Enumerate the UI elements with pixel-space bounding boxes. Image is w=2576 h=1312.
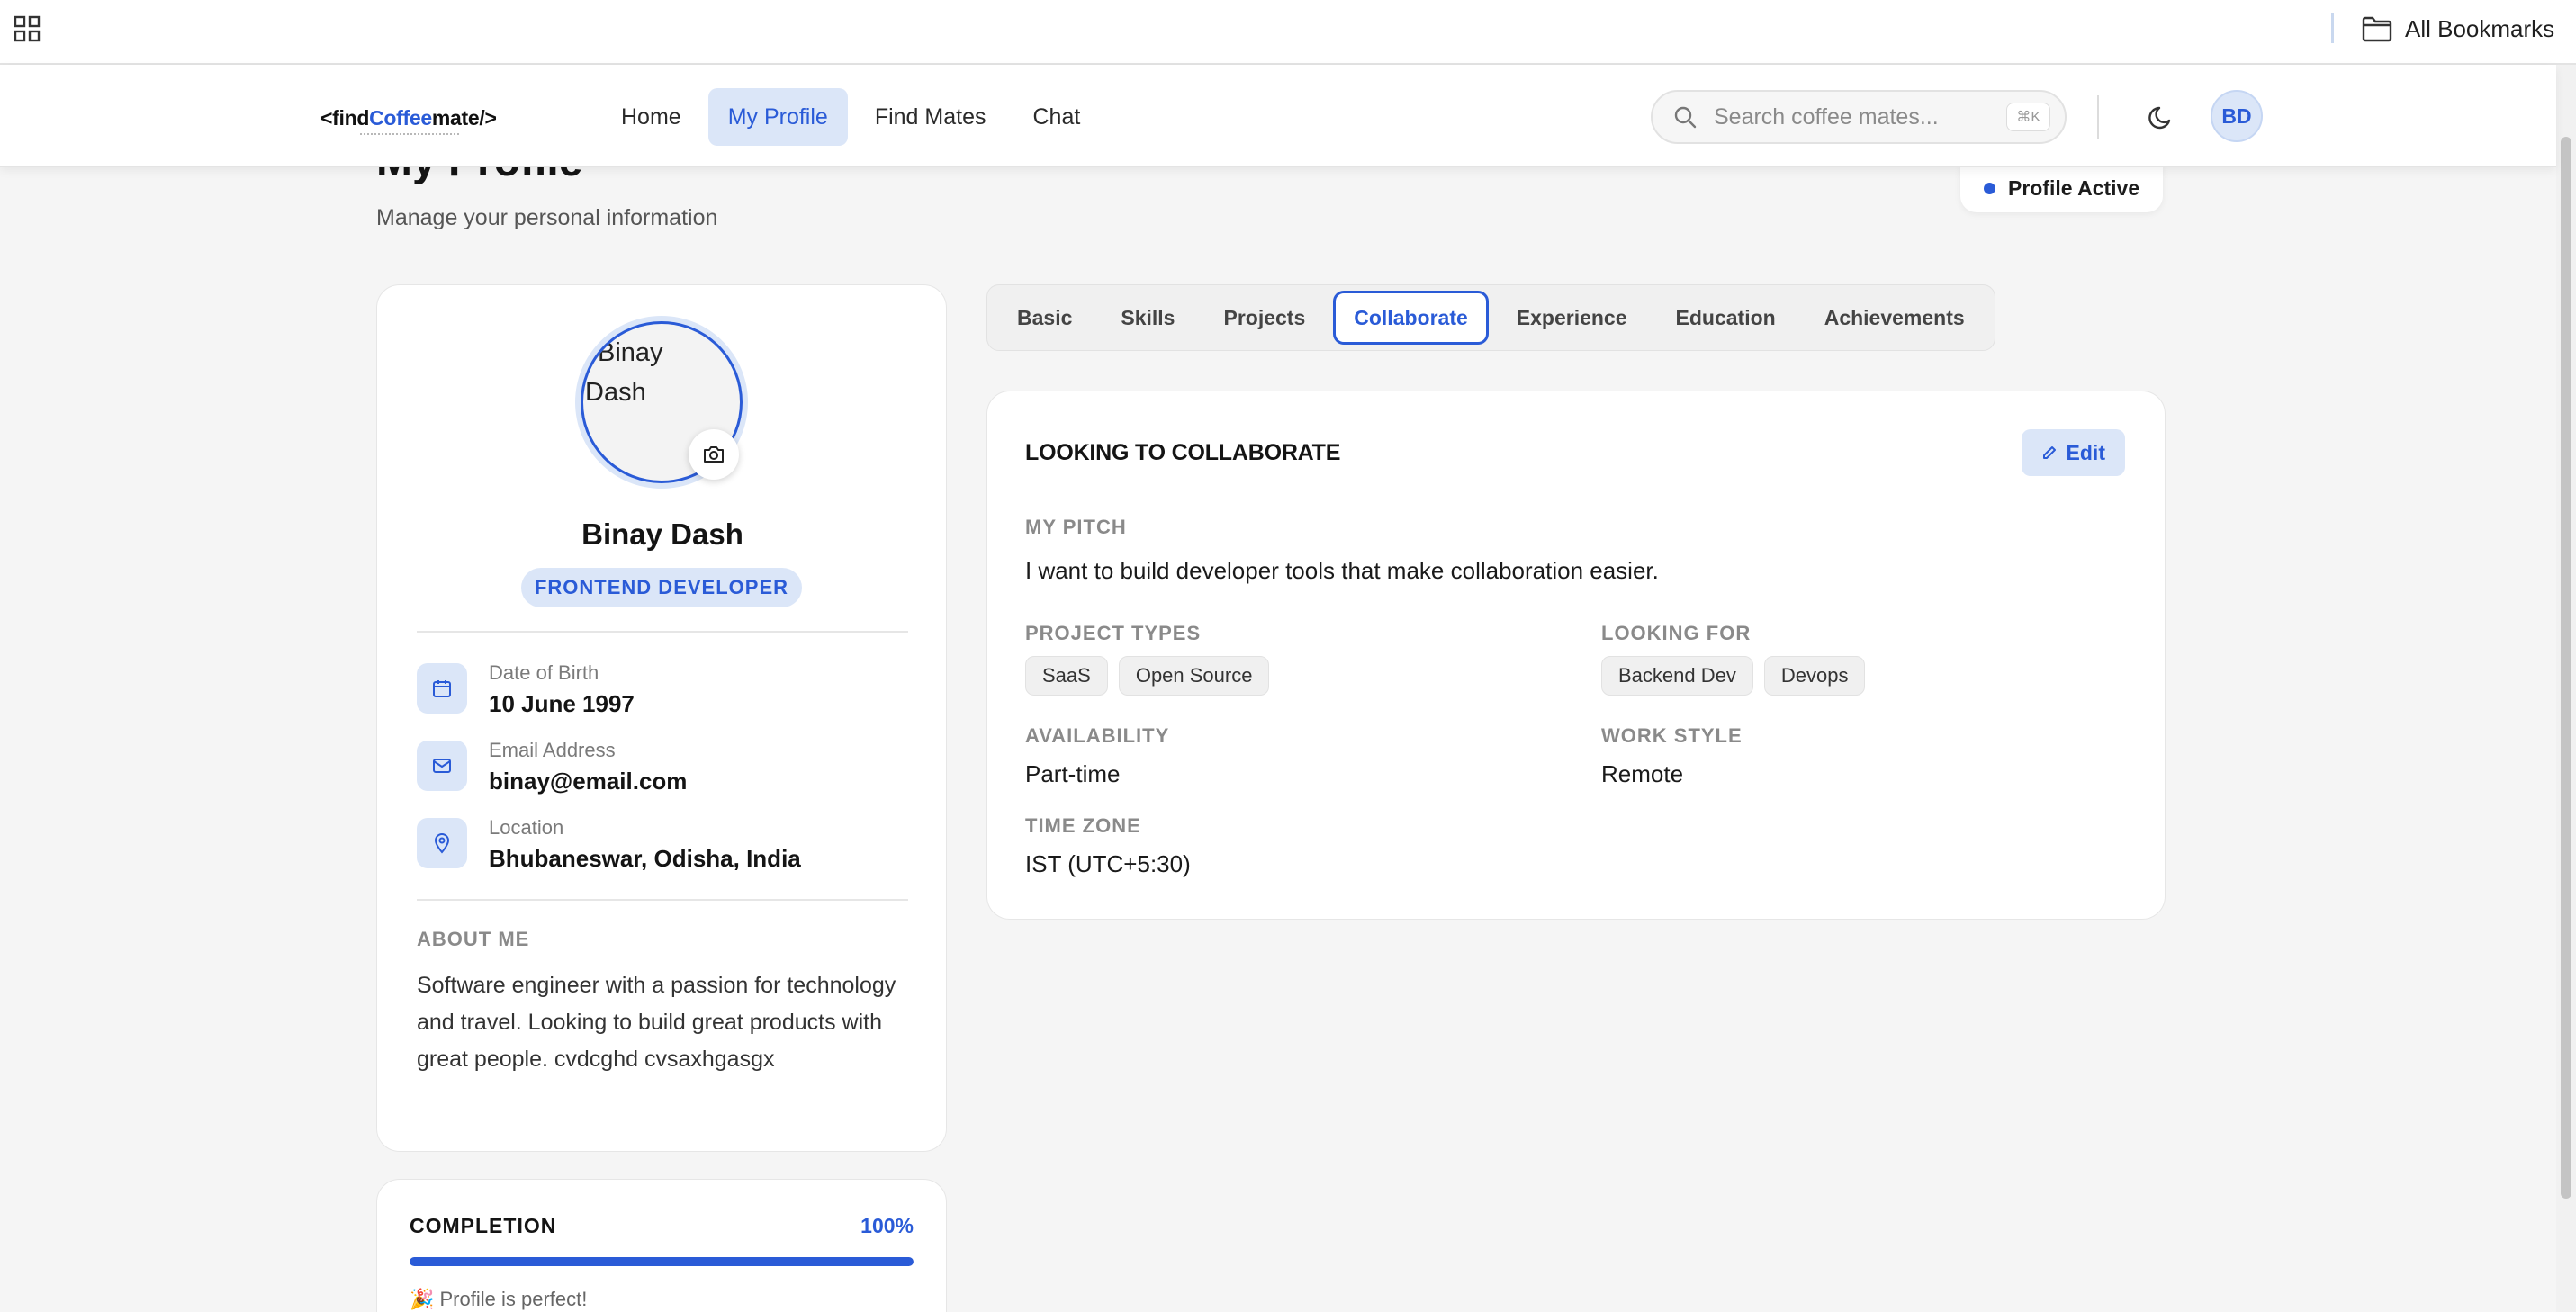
tab-projects[interactable]: Projects <box>1202 291 1326 345</box>
nav-find-mates[interactable]: Find Mates <box>855 88 1006 146</box>
nav-home[interactable]: Home <box>601 88 701 146</box>
divider <box>417 899 908 901</box>
completion-progress-bar <box>410 1257 914 1266</box>
apps-grid-icon[interactable] <box>13 14 41 43</box>
moon-icon <box>2148 106 2171 130</box>
tab-basic[interactable]: Basic <box>996 291 1093 345</box>
user-avatar[interactable]: BD <box>2211 90 2263 142</box>
logo-prefix: <find <box>320 106 370 130</box>
pitch-text: I want to build developer tools that mak… <box>1025 557 1659 584</box>
nav-chat[interactable]: Chat <box>1013 88 1101 146</box>
edit-button[interactable]: Edit <box>2021 429 2125 476</box>
location-pin-icon <box>417 818 467 868</box>
project-types-label: PROJECT TYPES <box>1025 622 1202 644</box>
tab-collaborate[interactable]: Collaborate <box>1333 291 1489 345</box>
dob-label: Date of Birth <box>489 661 599 684</box>
tab-skills[interactable]: Skills <box>1100 291 1195 345</box>
time-zone-label: TIME ZONE <box>1025 814 1141 837</box>
nav-my-profile[interactable]: My Profile <box>707 88 848 146</box>
search-input[interactable]: Search coffee mates... ⌘K <box>1651 90 2067 144</box>
looking-for-chip: Devops <box>1763 656 1866 696</box>
tab-education[interactable]: Education <box>1655 291 1797 345</box>
looking-for-list: Backend Dev Devops <box>1601 656 1866 696</box>
profile-name: Binay Dash <box>581 517 743 551</box>
profile-status-badge: Profile Active <box>1960 164 2164 212</box>
search-icon <box>1674 106 1697 129</box>
bookmarks-bar: All Bookmarks <box>0 0 2576 65</box>
availability-value: Part-time <box>1025 760 1121 787</box>
header-divider <box>2097 95 2099 139</box>
profile-tabs: Basic Skills Projects Collaborate Experi… <box>986 284 1995 351</box>
site-header: <findCoffeemate/> Home My Profile Find M… <box>0 65 2556 167</box>
looking-for-label: LOOKING FOR <box>1601 622 1752 644</box>
email-row: Email Address binay@email.com <box>417 739 688 795</box>
pitch-label: MY PITCH <box>1025 516 1127 538</box>
completion-message: 🎉 Profile is perfect! <box>410 1288 588 1310</box>
calendar-icon <box>417 663 467 714</box>
camera-icon <box>704 446 724 463</box>
site-logo[interactable]: <findCoffeemate/> <box>320 106 497 130</box>
completion-card: COMPLETION 100% 🎉 Profile is perfect! <box>376 1179 947 1312</box>
page-subtitle: Manage your personal information <box>376 205 718 230</box>
bookmarks-divider <box>2331 13 2334 43</box>
profile-status-label: Profile Active <box>2008 175 2140 200</box>
completion-title: COMPLETION <box>410 1214 557 1237</box>
project-types-list: SaaS Open Source <box>1025 656 1270 696</box>
project-type-chip: SaaS <box>1025 656 1108 696</box>
profile-photo-alt-text: Binay Dash <box>585 338 663 407</box>
dob-row: Date of Birth 10 June 1997 <box>417 661 635 718</box>
tab-experience[interactable]: Experience <box>1496 291 1648 345</box>
scrollbar-thumb[interactable] <box>2561 137 2571 1199</box>
logo-suffix: mate/> <box>431 106 497 130</box>
theme-toggle-button[interactable] <box>2142 97 2182 137</box>
tab-achievements[interactable]: Achievements <box>1804 291 1986 345</box>
status-dot <box>1984 182 1995 194</box>
location-value: Bhubaneswar, Odisha, India <box>489 845 801 872</box>
profile-card: Binay Dash Binay Dash FRONTEND DEVELOPER… <box>376 284 947 1152</box>
role-badge: FRONTEND DEVELOPER <box>521 568 802 607</box>
dob-value: 10 June 1997 <box>489 690 635 717</box>
pencil-icon <box>2042 446 2056 459</box>
change-photo-button[interactable] <box>689 429 739 480</box>
looking-for-chip: Backend Dev <box>1601 656 1753 696</box>
page-scrollbar[interactable] <box>2556 65 2576 1312</box>
completion-progress-fill <box>410 1257 914 1266</box>
search-placeholder: Search coffee mates... <box>1714 103 1939 130</box>
email-value: binay@email.com <box>489 768 688 795</box>
main-nav: Home My Profile Find Mates Chat <box>601 88 1100 146</box>
location-label: Location <box>489 816 564 839</box>
collaborate-title: LOOKING TO COLLABORATE <box>1025 440 1341 465</box>
about-text: Software engineer with a passion for tec… <box>417 973 896 1072</box>
mail-icon <box>417 741 467 791</box>
completion-percent: 100% <box>860 1214 914 1237</box>
logo-accent: Coffee <box>369 106 432 130</box>
logo-underline <box>360 133 459 136</box>
work-style-value: Remote <box>1601 760 1684 787</box>
work-style-label: WORK STYLE <box>1601 724 1743 747</box>
collaborate-card: LOOKING TO COLLABORATE Edit MY PITCH I w… <box>986 391 2166 920</box>
email-label: Email Address <box>489 739 616 761</box>
divider <box>417 631 908 633</box>
search-shortcut-badge: ⌘K <box>2006 103 2050 131</box>
folder-icon <box>2362 16 2392 42</box>
availability-label: AVAILABILITY <box>1025 724 1170 747</box>
all-bookmarks-label: All Bookmarks <box>2405 14 2555 42</box>
project-type-chip: Open Source <box>1118 656 1270 696</box>
location-row: Location Bhubaneswar, Odisha, India <box>417 816 801 873</box>
time-zone-value: IST (UTC+5:30) <box>1025 850 1191 877</box>
about-heading: ABOUT ME <box>417 928 530 950</box>
edit-label: Edit <box>2066 440 2105 464</box>
all-bookmarks-button[interactable]: All Bookmarks <box>2362 11 2554 47</box>
